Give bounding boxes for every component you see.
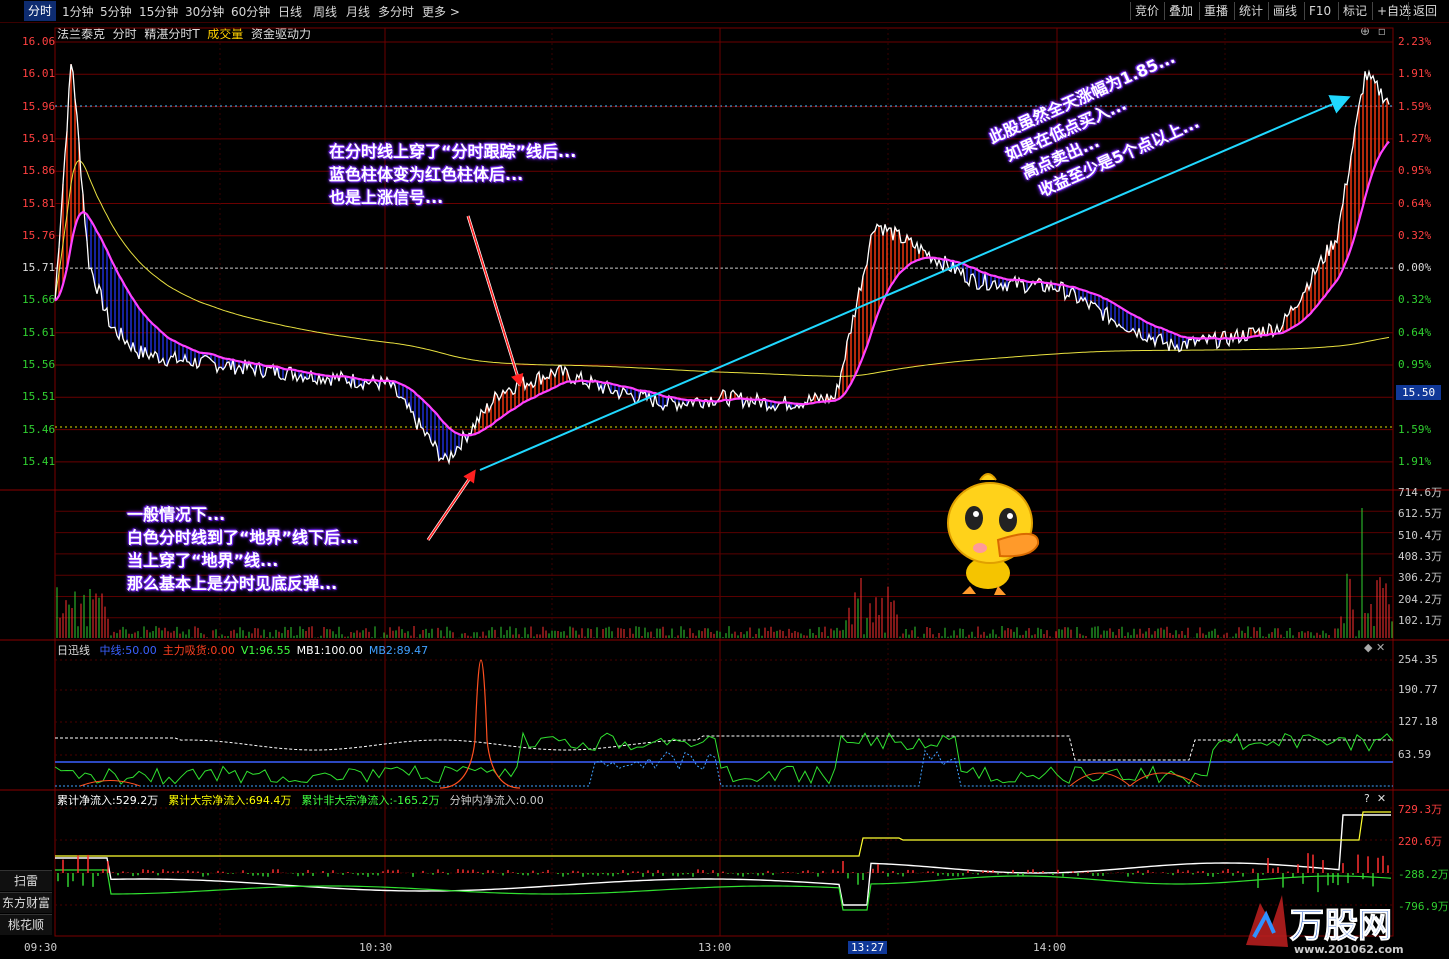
accumulation-line [79,772,1201,787]
price-tick-left: 15.66 [22,293,56,307]
price-tick-right: 0.32% [1398,228,1432,242]
indicator2-controls: ? ✕ [1364,792,1386,805]
indicator2-value: 分钟内净流入:0.00 [449,794,544,807]
indicator2-value: 累计净流入:529.2万 [57,794,159,807]
price-tick-left: 15.46 [22,422,56,436]
price-tick-right: 1.91% [1398,454,1432,468]
watermark-logo: 万股网 www.201062.com [1238,885,1428,956]
v1-line [54,731,1394,785]
price-tick-right: 0.95% [1398,358,1432,371]
volume-tick: 612.5万 [1398,507,1443,521]
indicator2-value: 累计大宗净流入:694.4万 [168,794,292,807]
price-tick-right: 0.32% [1398,293,1432,307]
volume-tick: 306.2万 [1398,571,1443,585]
close-icon[interactable]: ✕ [1376,641,1385,654]
block-inflow-line [55,811,1391,857]
time-label: 10:30 [359,941,393,954]
mb2-line [55,749,1393,787]
price-tick-right: 1.27% [1398,131,1432,145]
indicator1-tick: 254.35 [1398,653,1438,666]
indicator1-tick: 127.18 [1398,715,1438,728]
indicator2-tick: 729.3万 [1398,803,1443,816]
indicator1-header: 日迅线 中线:50.00 主力吸货:0.00 V1:96.55 MB1:100.00 M… [57,642,434,658]
volume-tick: 102.1万 [1398,613,1443,627]
indicator1-value: MB2:89.47 [368,644,429,657]
price-tick-left: 15.41 [22,454,56,468]
time-label: 09:30 [24,941,58,954]
price-tick-right: 1.59% [1398,422,1432,436]
trend-arrow [479,95,1351,471]
help-icon[interactable]: ? [1364,792,1370,805]
indicator2-value: 累计非大宗净流入:-165.2万 [301,794,440,807]
price-tick-right: 0.64% [1398,325,1432,339]
indicator1-value: V1:96.55 [240,644,291,657]
price-tick-left: 15.51 [22,390,56,404]
indicator2-tick: 220.6万 [1398,835,1443,848]
volume-tick: 714.6万 [1398,486,1443,499]
volume-tick: 408.3万 [1398,549,1443,563]
indicator2-tick: -288.2万 [1398,868,1449,881]
annotation-crossover: 在分时线上穿了“分时跟踪”线后... 蓝色柱体变为红色柱体后... 也是上涨信号… [329,140,576,209]
annotation-line: 一般情况下... [127,505,226,524]
price-tick-right: 1.59% [1398,99,1432,113]
price-tick-left: 16.01 [22,67,56,81]
annotation-line: 在分时线上穿了“分时跟踪”线后... [329,142,577,161]
annotation-line: 蓝色柱体变为红色柱体后... [329,165,524,184]
price-tick-left: 15.91 [22,131,56,145]
eastmoney-button[interactable]: 东方财富 [0,892,52,913]
indicator1-tick: 63.59 [1398,748,1432,761]
price-tick-right: 0.00% [1398,261,1432,275]
mb1-line [55,735,1393,761]
price-tick-left: 16.06 [22,35,56,48]
scan-button[interactable]: 扫雷 [0,870,52,891]
non-block-inflow-line [55,869,1392,911]
indicator1-tick: 190.77 [1398,683,1438,696]
indicator1-value: 主力吸货:0.00 [162,644,235,657]
price-tick-right: 1.91% [1398,67,1432,81]
price-tick-right: 0.95% [1398,164,1432,178]
indicator2-header: 累计净流入:529.2万 累计大宗净流入:694.4万 累计非大宗净流入:-165.… [57,792,554,808]
time-label: 14:00 [1033,941,1067,954]
price-tick-left: 15.61 [22,325,56,339]
volume-tick: 204.2万 [1398,592,1443,606]
time-label: 13:00 [698,941,732,954]
volume-tick: 510.4万 [1398,528,1443,542]
price-tick-right: 0.64% [1398,196,1432,210]
annotation-bottom-rebound: 一般情况下... 白色分时线到了“地界”线下后... 当上穿了“地界”线... … [127,503,358,595]
time-label: 13:27 [848,941,888,954]
taohuashun-button[interactable]: 桃花顺 [0,914,52,935]
annotation-line: 白色分时线到了“地界”线下后... [127,528,359,547]
annotation-line: 当上穿了“地界”线... [127,551,279,570]
annotation-line: 那么基本上是分时见底反弹... [127,574,338,593]
indicator1-controls: ◆ ✕ [1364,641,1385,654]
annotation-line: 也是上涨信号... [329,188,444,207]
price-tick-left: 15.81 [22,196,56,210]
net-inflow-line [55,814,1391,906]
watermark-url: www.201062.com [1294,943,1404,955]
price-tick-left: 15.96 [22,99,56,113]
price-tick-right: 2.23% [1398,35,1432,48]
price-tick-left: 15.86 [22,164,56,178]
indicator1-name[interactable]: 日迅线 [57,644,90,657]
pointer-arrow-bottom [427,469,476,541]
indicator1-value: MB1:100.00 [296,644,363,657]
dropdown-icon[interactable]: ◆ [1364,641,1372,654]
intraday-chart [0,27,1449,937]
indicator1-value: 中线:50.00 [99,644,157,657]
price-tick-left: 15.76 [22,228,56,242]
close-icon[interactable]: ✕ [1377,792,1386,805]
price-tick-left: 15.56 [22,358,56,371]
current-price-tag: 15.50 [1396,385,1442,400]
watermark-brand: 万股网 [1290,906,1392,946]
price-tick-left: 15.71 [22,261,56,275]
duck-mascot-icon [947,473,1040,595]
